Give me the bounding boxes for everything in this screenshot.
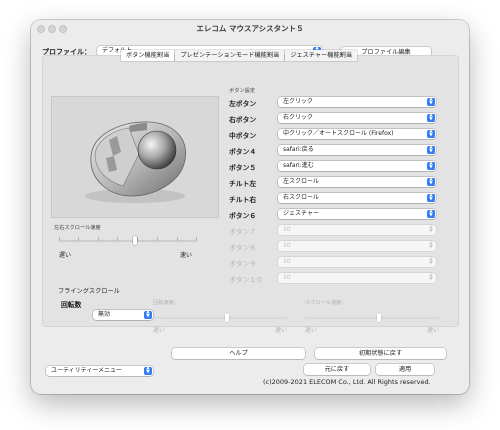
chevron-updown-icon: ▲▼ xyxy=(144,366,152,375)
button-row-label: ボタン６ xyxy=(229,212,257,220)
horizontal-scroll-fast-label: 速い xyxy=(180,252,193,259)
button-function-value: 10 xyxy=(283,258,291,265)
button-function-select[interactable]: 左スクロール ▲ ▼ xyxy=(278,177,436,187)
button-settings-label: ボタン設定 xyxy=(229,88,255,94)
slider-tick xyxy=(59,237,60,241)
button-function-select: 10 ▲ ▼ xyxy=(278,257,436,267)
rotation-speed-track xyxy=(153,317,288,319)
button-row-label: ボタン４ xyxy=(229,148,257,156)
scroll-speed-fast-label: 速い xyxy=(427,327,440,334)
button-function-select[interactable]: safari:戻る ▲ ▼ xyxy=(278,145,436,155)
button-row-label: 右ボタン xyxy=(229,116,257,124)
trackball-mouse-image xyxy=(85,121,187,203)
chevron-updown-icon: ▲▼ xyxy=(427,97,435,106)
slider-tick xyxy=(157,237,158,241)
button-function-value: 右スクロール xyxy=(283,194,320,201)
button-function-select[interactable]: 左クリック ▲ ▼ xyxy=(278,97,436,107)
button-row-label: チルト左 xyxy=(229,180,257,188)
scroll-speed-knob[interactable] xyxy=(377,313,382,322)
tab-bar: ボタン機能割当 プレゼンテーションモード機能割当 ジェスチャー機能割当 xyxy=(121,50,358,61)
revert-button[interactable]: 元に戻す xyxy=(304,364,370,375)
tab-gesture-assign[interactable]: ジェスチャー機能割当 xyxy=(285,50,358,61)
button-function-value: safari:戻る xyxy=(283,146,314,153)
chevron-updown-icon: ▲▼ xyxy=(427,177,435,186)
button-row-label: ボタン５ xyxy=(229,164,257,172)
rotation-speed-label: 回転速度： xyxy=(153,300,179,306)
help-button[interactable]: ヘルプ xyxy=(172,348,305,359)
button-function-value: 10 xyxy=(283,226,291,233)
button-function-value: 中クリック／オートスクロール (Firefox) xyxy=(283,130,394,137)
flying-scroll-label: フライングスクロール xyxy=(58,288,120,295)
button-function-select[interactable]: 中クリック／オートスクロール (Firefox) ▲ ▼ xyxy=(278,129,436,139)
chevron-updown-icon: ▲▼ xyxy=(427,209,435,218)
chevron-updown-icon: ▲▼ xyxy=(427,161,435,170)
button-function-value: 左クリック xyxy=(283,98,314,105)
button-function-select[interactable]: safari:進む ▲ ▼ xyxy=(278,161,436,171)
button-row-label: 左ボタン xyxy=(229,100,257,108)
horizontal-scroll-slow-label: 遅い xyxy=(59,252,72,259)
chevron-updown-icon: ▲▼ xyxy=(427,129,435,138)
button-function-value: 右クリック xyxy=(283,114,314,121)
rotation-speed-knob[interactable] xyxy=(225,313,230,322)
button-function-value: 10 xyxy=(283,242,291,249)
button-function-select: 10 ▲ ▼ xyxy=(278,225,436,235)
chevron-updown-icon: ▲▼ xyxy=(427,193,435,202)
scroll-speed-track xyxy=(305,317,440,319)
rotation-speed-slow-label: 遅い xyxy=(153,327,166,334)
scroll-speed-slow-label: 遅い xyxy=(305,327,318,334)
tab-presentation-assign[interactable]: プレゼンテーションモード機能割当 xyxy=(175,50,285,61)
button-row-label: チルト右 xyxy=(229,196,257,204)
rotation-speed-fast-label: 速い xyxy=(275,327,288,334)
reset-defaults-button[interactable]: 初期状態に戻す xyxy=(315,348,446,359)
rotation-count-value: 無効 xyxy=(98,311,111,318)
button-row-label: ボタン９ xyxy=(229,260,257,268)
tab-button-assign[interactable]: ボタン機能割当 xyxy=(121,50,175,61)
button-function-value: safari:進む xyxy=(283,162,314,169)
title-bar: エレコム マウスアシスタント５ xyxy=(31,20,469,37)
button-row-label: 中ボタン xyxy=(229,132,257,140)
rotation-count-select[interactable]: 無効 ▲ ▼ xyxy=(93,310,153,320)
window-title: エレコム マウスアシスタント５ xyxy=(196,24,304,33)
chevron-updown-icon: ▲▼ xyxy=(429,225,433,234)
copyright-text: (c)2009-2021 ELECOM Co., Ltd. All Rights… xyxy=(263,378,431,386)
rotation-count-label: 回転数 xyxy=(61,301,82,309)
slider-tick xyxy=(78,237,79,241)
button-function-select[interactable]: ジェスチャー ▲ ▼ xyxy=(278,209,436,219)
slider-tick xyxy=(117,237,118,241)
horizontal-scroll-knob[interactable] xyxy=(132,236,137,245)
button-row-label: ボタン８ xyxy=(229,244,257,252)
horizontal-scroll-label: 左右スクロール速度 xyxy=(54,225,101,231)
utility-menu-value: ユーティリティーメニュー xyxy=(51,367,123,374)
button-row-label: ボタン１０ xyxy=(229,276,263,284)
button-function-value: 左スクロール xyxy=(283,178,320,185)
button-row-label: ボタン７ xyxy=(229,228,257,236)
slider-tick xyxy=(196,237,197,241)
button-function-select: 10 ▲ ▼ xyxy=(278,241,436,251)
mouse-image-panel xyxy=(51,96,219,218)
chevron-updown-icon: ▲▼ xyxy=(427,113,435,122)
slider-tick xyxy=(137,237,138,241)
apply-button[interactable]: 適用 xyxy=(376,364,434,375)
button-function-select[interactable]: 右スクロール ▲ ▼ xyxy=(278,193,436,203)
scroll-speed-label: スクロール速度： xyxy=(305,300,347,306)
slider-tick xyxy=(177,237,178,241)
chevron-updown-icon: ▲▼ xyxy=(429,273,433,282)
button-function-value: 10 xyxy=(283,274,291,281)
chevron-updown-icon: ▲▼ xyxy=(144,310,152,319)
utility-menu-select[interactable]: ユーティリティーメニュー ▲ ▼ xyxy=(46,366,153,376)
button-function-select: 10 ▲ ▼ xyxy=(278,273,436,283)
button-function-select[interactable]: 右クリック ▲ ▼ xyxy=(278,113,436,123)
button-function-value: ジェスチャー xyxy=(283,210,319,217)
chevron-updown-icon: ▲▼ xyxy=(429,257,433,266)
chevron-updown-icon: ▲▼ xyxy=(429,241,433,250)
chevron-updown-icon: ▲▼ xyxy=(427,145,435,154)
slider-tick xyxy=(98,237,99,241)
